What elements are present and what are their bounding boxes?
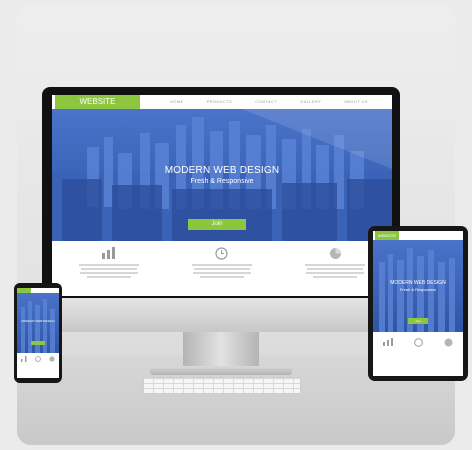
bar-chart-icon (101, 247, 115, 259)
tablet-features (373, 332, 463, 376)
clock-icon (35, 356, 41, 362)
bar-chart-icon (383, 338, 394, 346)
pie-chart-icon (444, 338, 453, 347)
tablet-hero: MODERN WEB DESIGN Fresh & Responsive Joi… (373, 240, 463, 332)
clock-icon (414, 338, 423, 347)
join-button[interactable]: Join (188, 219, 246, 230)
tablet-hero-subtitle: Fresh & Responsive (399, 287, 436, 292)
hero-banner: MODERN WEB DESIGN Fresh & Responsive Joi… (52, 109, 392, 241)
site-navbar: WEBSITE HOME PRODUCTS CONTACT GALLERY AB… (52, 95, 392, 109)
desktop-screen: WEBSITE HOME PRODUCTS CONTACT GALLERY AB… (52, 95, 392, 296)
monitor-foot (150, 366, 292, 375)
nav-item-products[interactable]: PRODUCTS (207, 95, 233, 109)
feature-item (77, 241, 141, 296)
phone-join-button[interactable] (31, 341, 45, 345)
clock-icon (215, 247, 229, 260)
hero-subtitle: Fresh & Responsive (190, 178, 254, 185)
nav-menu: HOME PRODUCTS CONTACT GALLERY ABOUT US (170, 95, 368, 109)
tablet-navbar: WEBSITE (373, 231, 463, 240)
desktop-chin (42, 298, 400, 332)
nav-item-gallery[interactable]: GALLERY (300, 95, 321, 109)
nav-item-home[interactable]: HOME (170, 95, 184, 109)
tablet-hero-title: MODERN WEB DESIGN (390, 280, 446, 286)
feature-item (303, 241, 367, 296)
features-section (52, 241, 392, 296)
phone-screen: MODERN WEB DESIGN (17, 288, 59, 378)
phone-features (17, 356, 59, 362)
nav-item-contact[interactable]: CONTACT (255, 95, 277, 109)
tablet-screen: WEBSITE MODERN WEB DESIGN Fresh & Respon… (373, 231, 463, 376)
hero-title: MODERN WEB DESIGN (164, 165, 280, 176)
tablet-join-button[interactable]: Join (408, 318, 428, 324)
phone-hero: MODERN WEB DESIGN (17, 293, 59, 353)
pie-chart-icon (49, 356, 55, 362)
phone-hero-title: MODERN WEB DESIGN (21, 319, 55, 323)
feature-item (190, 241, 254, 296)
keyboard (143, 377, 301, 394)
tablet-logo[interactable]: WEBSITE (375, 231, 399, 240)
pie-chart-icon (329, 248, 341, 259)
nav-item-about[interactable]: ABOUT US (344, 95, 368, 109)
bar-chart-icon (21, 356, 27, 362)
site-logo[interactable]: WEBSITE (55, 95, 140, 109)
